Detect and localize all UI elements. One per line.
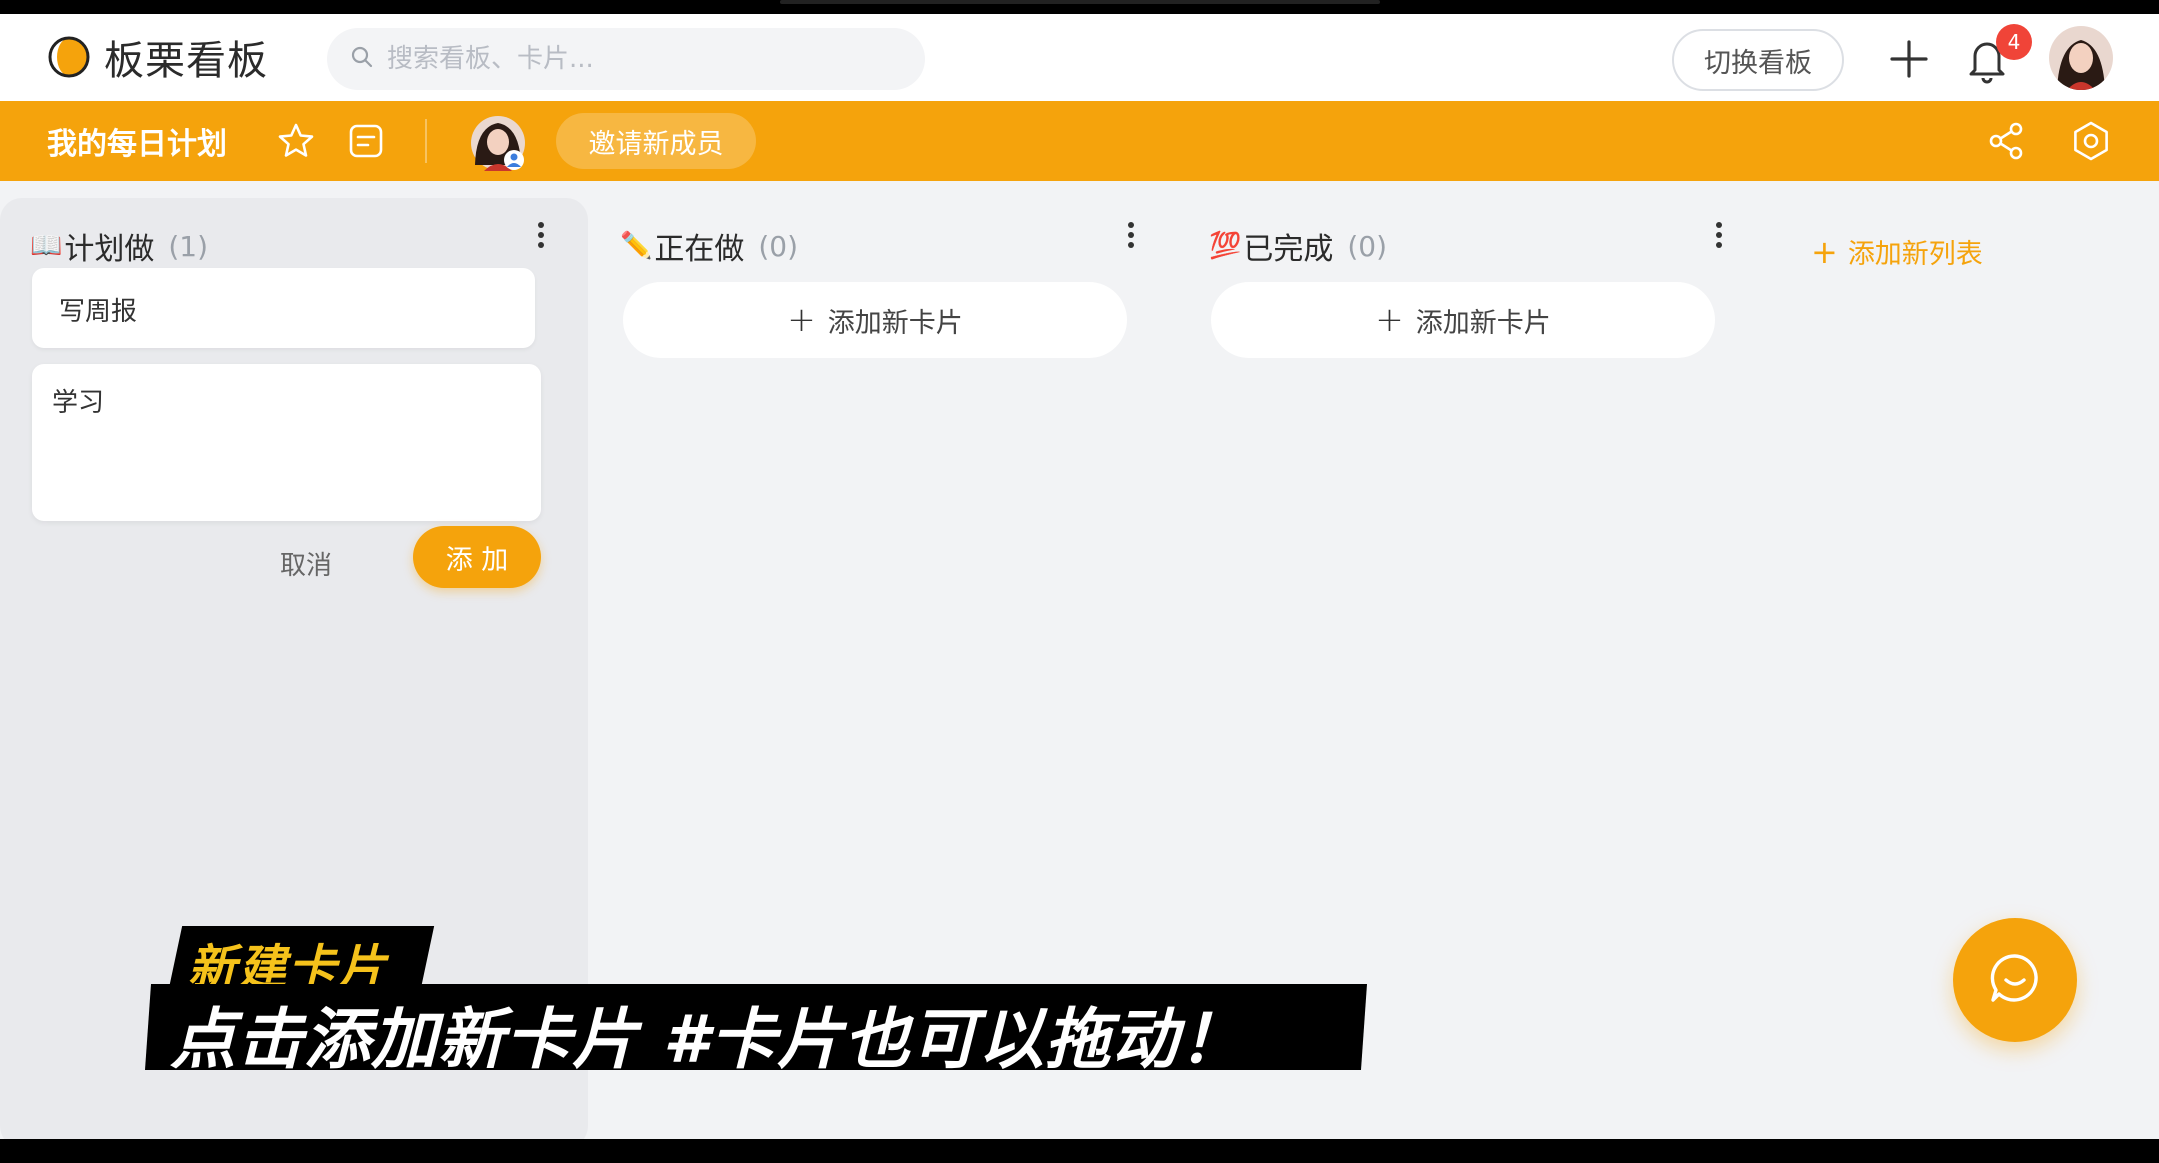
- task-card[interactable]: 写周报: [32, 268, 535, 348]
- notification-badge: 4: [1996, 24, 2032, 60]
- plus-icon: +: [787, 300, 816, 340]
- add-card-label: 添加新卡片: [1415, 307, 1551, 339]
- settings-icon[interactable]: [2070, 120, 2112, 162]
- search-icon: [351, 46, 373, 72]
- book-icon: 📖: [30, 231, 63, 261]
- more-icon[interactable]: [531, 218, 551, 258]
- add-card-label: 添加新卡片: [827, 307, 963, 339]
- plus-icon: +: [1811, 232, 1838, 271]
- member-avatar[interactable]: [470, 115, 526, 171]
- invite-member-button[interactable]: 邀请新成员: [556, 113, 756, 169]
- add-card-submit-button[interactable]: 添 加: [413, 526, 541, 588]
- column-title[interactable]: 已完成: [1243, 224, 1333, 268]
- search-input[interactable]: [387, 44, 887, 74]
- column-title[interactable]: 计划做: [64, 224, 154, 268]
- pencil-icon: ✏️: [620, 231, 653, 261]
- plus-icon: +: [1375, 300, 1404, 340]
- board-title[interactable]: 我的每日计划: [47, 119, 227, 163]
- app-screen: 板栗看板 切换看板 4 我的每日计划: [0, 14, 2159, 1139]
- list-icon[interactable]: [347, 122, 385, 160]
- switch-board-button[interactable]: 切换看板: [1672, 29, 1844, 91]
- hundred-points-icon: 💯: [1209, 231, 1242, 261]
- device-status-strip: [0, 0, 2159, 14]
- board-toolbar: 我的每日计划 邀请新成员: [0, 101, 2159, 181]
- user-avatar[interactable]: [2049, 26, 2113, 90]
- star-icon[interactable]: [276, 121, 316, 161]
- device-notch: [780, 0, 1380, 4]
- top-navbar: 板栗看板 切换看板 4: [0, 14, 2159, 101]
- app-logo[interactable]: 板栗看板: [46, 32, 268, 84]
- subtitle-caption: 点击添加新卡片 #卡片也可以拖动！: [170, 1001, 1246, 1078]
- column-count: (0): [1347, 229, 1388, 263]
- add-card-button[interactable]: + 添加新卡片: [623, 282, 1127, 358]
- cancel-button[interactable]: 取消: [258, 538, 354, 588]
- search-box[interactable]: [327, 28, 925, 90]
- column-title[interactable]: 正在做: [654, 224, 744, 268]
- column-header: 📖 计划做 (1): [30, 224, 209, 268]
- share-icon[interactable]: [1986, 121, 2026, 161]
- new-card-editor[interactable]: [32, 364, 541, 521]
- card-title: 写周报: [59, 297, 138, 327]
- chat-button[interactable]: [1953, 918, 2077, 1042]
- more-icon[interactable]: [1121, 218, 1141, 258]
- app-name: 板栗看板: [104, 38, 268, 84]
- toolbar-divider: [425, 119, 427, 163]
- new-card-input[interactable]: [52, 382, 512, 492]
- column-header-done: 💯 已完成 (0): [1209, 224, 1388, 268]
- add-list-button[interactable]: + 添加新列表: [1811, 232, 1983, 271]
- chestnut-logo-icon: [46, 34, 92, 80]
- add-card-button[interactable]: + 添加新卡片: [1211, 282, 1715, 358]
- add-list-label: 添加新列表: [1847, 239, 1983, 270]
- column-count: (1): [168, 229, 209, 263]
- column-count: (0): [758, 229, 799, 263]
- create-plus-icon[interactable]: [1884, 34, 1934, 84]
- column-header-doing: ✏️ 正在做 (0): [620, 224, 799, 268]
- more-icon[interactable]: [1709, 218, 1729, 258]
- chat-icon: [1985, 948, 2045, 1012]
